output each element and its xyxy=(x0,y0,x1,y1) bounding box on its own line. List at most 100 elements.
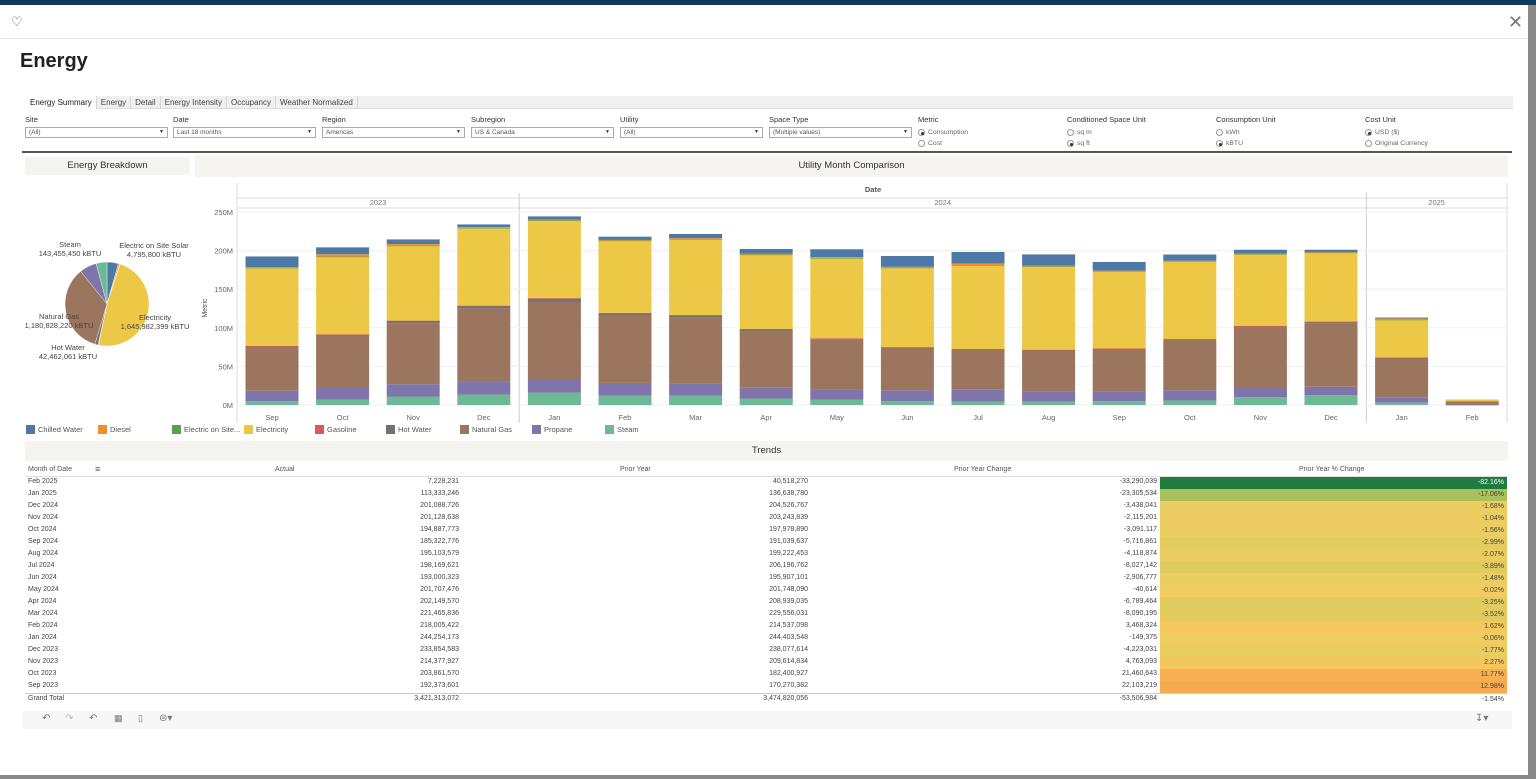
bar-segment-diesel xyxy=(1163,260,1217,262)
bar-segment-natural-gas xyxy=(1375,358,1429,398)
column-header-prior-year-change[interactable]: Prior Year Change xyxy=(954,466,1011,473)
legend-item-hot-water[interactable]: Hot Water xyxy=(386,425,431,434)
bar-segment-gasoline xyxy=(1163,339,1217,340)
redo-icon[interactable]: ↷ xyxy=(65,713,73,724)
bar-segment-natural-gas xyxy=(1233,327,1287,389)
bar-segment-gasoline xyxy=(316,334,370,335)
radio-cost[interactable]: Cost xyxy=(918,138,1061,149)
legend-label: Gasoline xyxy=(327,425,357,434)
filter-label: Utility xyxy=(620,115,639,124)
bar-segment-chilled-water xyxy=(1304,249,1358,253)
tab-energy[interactable]: Energy xyxy=(97,96,132,109)
subregion-dropdown[interactable]: US & Canada ▼ xyxy=(471,127,614,138)
radio-usd[interactable]: USD ($) xyxy=(1365,127,1508,138)
site-dropdown[interactable]: (All) ▼ xyxy=(25,127,168,138)
download-icon[interactable]: ↧▾ xyxy=(1475,713,1488,724)
month-cell: May 2024 xyxy=(28,586,59,593)
heart-icon[interactable]: ♡ xyxy=(11,14,23,30)
column-header-prior-year-change[interactable]: Prior Year % Change xyxy=(1299,466,1364,473)
bar-segment-chilled-water xyxy=(880,256,934,267)
bar-segment-chilled-water xyxy=(598,236,652,240)
bar-segment-propane xyxy=(669,383,723,396)
radio-sq-ft[interactable]: sq ft xyxy=(1067,138,1210,149)
radio-kbtu[interactable]: kBTU xyxy=(1216,138,1359,149)
filter-utility: Utility (All) ▼ xyxy=(620,115,763,138)
radio-kwh[interactable]: kWh xyxy=(1216,127,1359,138)
legend-item-electricity[interactable]: Electricity xyxy=(244,425,288,434)
radio-sq-m[interactable]: sq m xyxy=(1067,127,1210,138)
change-cell: -5,716,861 xyxy=(1123,538,1157,545)
bar-segment-propane xyxy=(457,381,511,395)
pie-label-electric-on-site-solar: Electric on Site Solar xyxy=(119,241,189,250)
actual-cell: 198,169,621 xyxy=(420,562,459,569)
space-type-dropdown[interactable]: (Multiple values) ▼ xyxy=(769,127,912,138)
revert-icon[interactable]: ↶ xyxy=(89,713,97,724)
undo-icon[interactable]: ↶ xyxy=(42,713,50,724)
bar-segment-natural-gas xyxy=(598,315,652,383)
legend-swatch xyxy=(460,425,469,434)
filter-region: Region Americas ▼ xyxy=(322,115,465,138)
tab-energy-summary[interactable]: Energy Summary xyxy=(22,96,97,109)
prior-cell: 214,537,098 xyxy=(769,622,808,629)
bar-segment-electric-on-site-solar xyxy=(1375,319,1429,321)
tab-detail[interactable]: Detail xyxy=(131,96,161,109)
change-cell: 21,460,643 xyxy=(1121,670,1157,677)
radio-consumption[interactable]: Consumption xyxy=(918,127,1061,138)
refresh-icon[interactable]: ▦ xyxy=(114,713,123,724)
chevron-down-icon: ▼ xyxy=(456,129,461,135)
year-label: 2025 xyxy=(1428,198,1445,207)
tab-occupancy[interactable]: Occupancy xyxy=(227,96,277,109)
actual-cell: 218,005,422 xyxy=(420,622,459,629)
tab-energy-intensity[interactable]: Energy Intensity xyxy=(161,96,227,109)
share-icon[interactable]: ⊜▾ xyxy=(159,713,172,724)
sort-icon[interactable]: ≡ xyxy=(95,464,100,474)
bar-segment-propane xyxy=(1445,404,1499,406)
bar-segment-gasoline xyxy=(1092,348,1146,350)
legend-item-natural-gas[interactable]: Natural Gas xyxy=(460,425,512,434)
x-tick-label: Oct xyxy=(337,413,350,422)
legend-item-chilled-water[interactable]: Chilled Water xyxy=(26,425,83,434)
legend-item-gasoline[interactable]: Gasoline xyxy=(315,425,357,434)
x-tick-label: Jul xyxy=(973,413,983,422)
x-tick-label: Feb xyxy=(1466,413,1479,422)
legend-item-steam[interactable]: Steam xyxy=(605,425,639,434)
pause-icon[interactable]: ▯ xyxy=(138,713,143,724)
legend-item-propane[interactable]: Propane xyxy=(532,425,572,434)
actual-cell: 233,854,583 xyxy=(420,646,459,653)
bar-segment-diesel xyxy=(880,266,934,268)
date-dropdown[interactable]: Last 18 months ▼ xyxy=(173,127,316,138)
column-header-month-of-date[interactable]: Month of Date xyxy=(28,466,72,473)
region-dropdown[interactable]: Americas ▼ xyxy=(322,127,465,138)
bar-segment-propane xyxy=(245,390,299,402)
tab-weather-normalized[interactable]: Weather Normalized xyxy=(276,96,358,109)
bar-segment-hot-water xyxy=(669,315,723,318)
utility-month-comparison-title: Utility Month Comparison xyxy=(195,155,1508,177)
pie-label-electricity: Electricity xyxy=(139,313,171,322)
actual-cell: 221,465,836 xyxy=(420,610,459,617)
bar-segment-natural-gas xyxy=(527,302,581,379)
bar-segment-gasoline xyxy=(1304,321,1358,323)
bar-segment-diesel xyxy=(1022,265,1076,267)
filter-conditioned-space-unit: Conditioned Space Unit sq m sq ft xyxy=(1067,115,1210,149)
month-cell: Apr 2024 xyxy=(28,598,57,605)
energy-breakdown-pie-chart: Electric on Site Solar4,795,800 kBTU Elec… xyxy=(25,240,190,361)
legend-item-diesel[interactable]: Diesel xyxy=(98,425,131,434)
bar-segment-gasoline xyxy=(739,329,793,330)
x-tick-label: Mar xyxy=(689,413,702,422)
column-header-prior-year[interactable]: Prior Year xyxy=(620,466,651,473)
x-tick-label: Sep xyxy=(265,413,278,422)
pct-change-cell: -1.77% xyxy=(1160,645,1507,657)
prior-cell: 238,077,614 xyxy=(769,646,808,653)
bar-segment-electricity xyxy=(1445,399,1499,402)
bar-segment-natural-gas xyxy=(1022,350,1076,392)
filter-label: Conditioned Space Unit xyxy=(1067,115,1146,124)
utility-dropdown[interactable]: (All) ▼ xyxy=(620,127,763,138)
filter-cost-unit: Cost Unit USD ($) Original Currency xyxy=(1365,115,1508,149)
y-axis-title: Metric xyxy=(202,298,209,318)
column-header-actual[interactable]: Actual xyxy=(275,466,294,473)
legend-item-electric-on-site[interactable]: Electric on Site... xyxy=(172,425,240,434)
close-icon[interactable]: ✕ xyxy=(1508,12,1523,33)
month-cell: Oct 2024 xyxy=(28,526,57,533)
radio-original-currency[interactable]: Original Currency xyxy=(1365,138,1508,149)
x-tick-label: Dec xyxy=(477,413,491,422)
